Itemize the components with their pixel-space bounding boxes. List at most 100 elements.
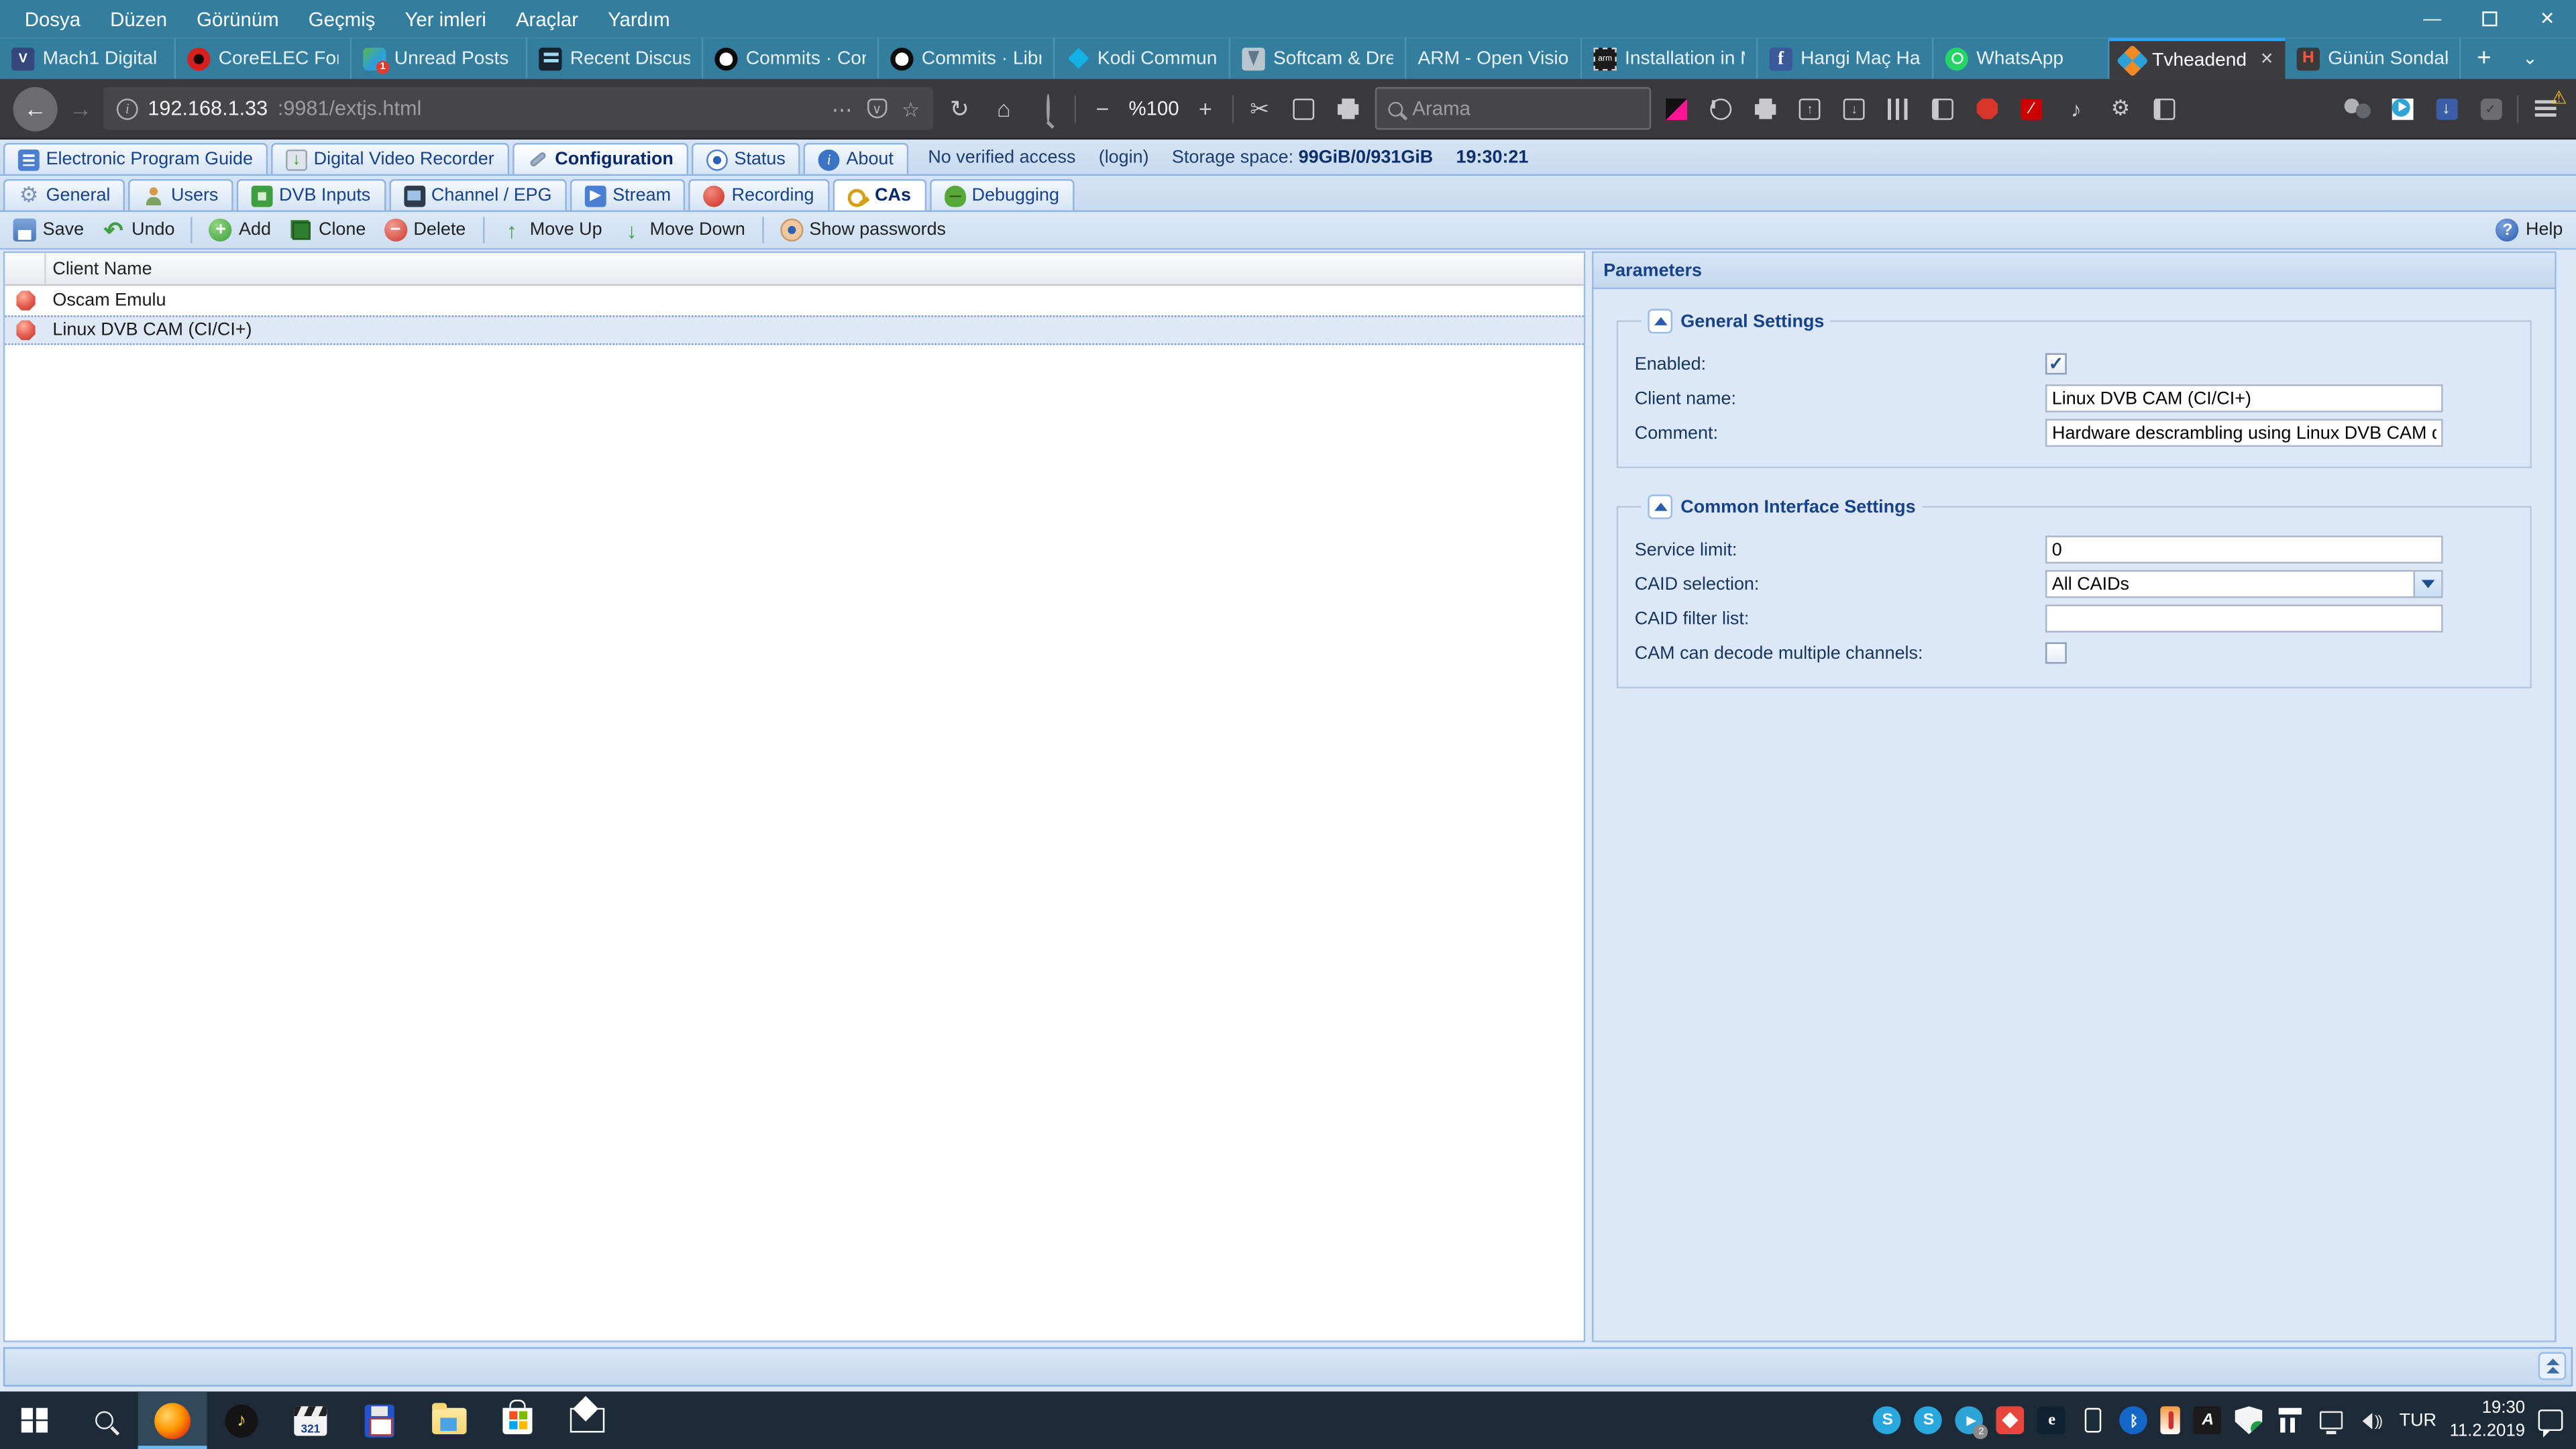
tab-about[interactable]: iAbout bbox=[804, 143, 908, 174]
table-row[interactable]: Linux DVB CAM (CI/CI+) bbox=[5, 315, 1583, 345]
tab-digital-video-recorder[interactable]: ↓Digital Video Recorder bbox=[271, 143, 509, 174]
undo-button[interactable]: ↶Undo bbox=[95, 215, 181, 245]
tab-gunun-sondakika[interactable]: HGünün Sondakik bbox=[2286, 38, 2461, 78]
tab-close-icon[interactable]: ✕ bbox=[2257, 51, 2273, 69]
red-diamond-app-icon[interactable] bbox=[1997, 1406, 2025, 1434]
tab-cas[interactable]: CAs bbox=[832, 179, 926, 211]
defender-shield-icon[interactable] bbox=[2235, 1406, 2263, 1434]
temperature-monitor-icon[interactable] bbox=[2161, 1406, 2181, 1434]
caid-filter-list-field[interactable] bbox=[2045, 604, 2443, 633]
collapse-icon[interactable] bbox=[1648, 494, 1672, 519]
tab-unread-posts[interactable]: 1Unread Posts - L bbox=[352, 38, 527, 78]
taskbar-clock[interactable]: 19:3011.2.2019 bbox=[2450, 1399, 2526, 1442]
tab-channel-epg[interactable]: Channel / EPG bbox=[388, 179, 566, 211]
tab-mach1[interactable]: VMach1 Digital C bbox=[0, 38, 176, 78]
tab-coreelec-forum[interactable]: CoreELEC Forum bbox=[176, 38, 352, 78]
enabled-checkbox[interactable] bbox=[2045, 354, 2067, 375]
move-up-button[interactable]: ↑Move Up bbox=[494, 215, 609, 245]
tab-list-dropdown-button[interactable]: ⌄ bbox=[2507, 38, 2553, 78]
tab-softcam[interactable]: Softcam & Drea bbox=[1230, 38, 1406, 78]
save-page-icon[interactable]: ↑ bbox=[1792, 92, 1828, 125]
keyboard-language[interactable]: TUR bbox=[2400, 1410, 2436, 1430]
taskbar-file-explorer-button[interactable] bbox=[414, 1391, 483, 1449]
page-actions-icon[interactable]: ⋯ bbox=[832, 96, 853, 121]
taskbar-store-button[interactable] bbox=[483, 1391, 552, 1449]
wand-extension-icon[interactable]: ⁄ bbox=[2014, 92, 2050, 125]
comment-field[interactable] bbox=[2045, 419, 2443, 447]
service-limit-field[interactable] bbox=[2045, 535, 2443, 564]
zoom-out-icon[interactable]: − bbox=[1084, 95, 1120, 121]
minimize-button[interactable]: — bbox=[2404, 0, 2461, 38]
action-center-icon[interactable] bbox=[2538, 1409, 2563, 1431]
tab-installation[interactable]: armInstallation in M bbox=[1582, 38, 1758, 78]
home-icon[interactable]: ⌂ bbox=[985, 95, 1022, 121]
tab-recent-discussions[interactable]: Recent Discussio bbox=[527, 38, 703, 78]
status-column-header[interactable] bbox=[5, 253, 46, 284]
taskbar-firefox-button[interactable] bbox=[138, 1391, 207, 1449]
maximize-button[interactable] bbox=[2461, 0, 2519, 38]
cam-multiple-channels-checkbox[interactable] bbox=[2045, 643, 2067, 664]
usb-eject-icon[interactable] bbox=[2079, 1406, 2107, 1434]
tab-tvheadend-active[interactable]: Tvheadend✕ bbox=[2109, 38, 2285, 78]
a-app-icon[interactable]: A bbox=[2194, 1406, 2222, 1434]
telegram-icon[interactable] bbox=[2383, 92, 2420, 125]
download-manager-icon[interactable]: ↓ bbox=[2428, 92, 2465, 125]
taskbar-search-button[interactable] bbox=[69, 1391, 138, 1449]
add-button[interactable]: +Add bbox=[203, 215, 278, 245]
site-info-icon[interactable]: i bbox=[117, 98, 138, 119]
client-name-column-header[interactable]: Client Name bbox=[46, 253, 1584, 284]
bluetooth-icon[interactable]: ᛒ bbox=[2120, 1406, 2148, 1434]
tab-whatsapp[interactable]: WhatsApp bbox=[1933, 38, 2109, 78]
start-button[interactable] bbox=[0, 1391, 69, 1449]
chevron-down-icon[interactable] bbox=[2414, 572, 2442, 596]
addons-puzzle-icon[interactable] bbox=[2147, 92, 2183, 125]
tab-dvb-inputs[interactable]: DVB Inputs bbox=[236, 179, 385, 211]
menu-duzen[interactable]: Düzen bbox=[95, 3, 182, 36]
tab-commits-coreelec[interactable]: Commits · CoreE bbox=[703, 38, 879, 78]
caid-selection-select[interactable] bbox=[2045, 570, 2443, 598]
show-passwords-button[interactable]: Show passwords bbox=[773, 215, 953, 245]
menu-araclar[interactable]: Araçlar bbox=[501, 3, 593, 36]
tab-general[interactable]: ⚙General bbox=[3, 179, 125, 211]
tab-users[interactable]: Users bbox=[128, 179, 233, 211]
taskbar-mail-button[interactable] bbox=[552, 1391, 621, 1449]
new-tab-button[interactable]: + bbox=[2461, 38, 2508, 78]
screenshot-cam-icon[interactable]: ✓ bbox=[2473, 92, 2509, 125]
glitch-extension-icon[interactable] bbox=[1659, 92, 1695, 125]
eset-icon[interactable]: e bbox=[2038, 1406, 2066, 1434]
expand-panel-button[interactable] bbox=[2538, 1352, 2567, 1381]
app-menu-hamburger-icon[interactable]: ⚠ bbox=[2527, 92, 2563, 125]
tab-configuration[interactable]: Configuration bbox=[513, 143, 688, 174]
tab-stream[interactable]: Stream bbox=[570, 179, 686, 211]
zoom-in-icon[interactable]: + bbox=[1187, 95, 1224, 121]
tab-arm-open-vision[interactable]: ARM - Open Vision bbox=[1406, 38, 1582, 78]
close-button[interactable]: ✕ bbox=[2518, 0, 2576, 38]
telegram-icon[interactable]: 2 bbox=[1955, 1406, 1984, 1434]
menu-yerimleri[interactable]: Yer imleri bbox=[390, 3, 500, 36]
history-clock-icon[interactable] bbox=[1703, 92, 1739, 125]
delete-button[interactable]: −Delete bbox=[378, 215, 473, 245]
help-button[interactable]: ?Help bbox=[2489, 215, 2569, 245]
media-note-icon[interactable]: ♪ bbox=[2058, 92, 2094, 125]
adblock-stop-icon[interactable] bbox=[1970, 92, 2006, 125]
menu-dosya[interactable]: Dosya bbox=[10, 3, 95, 36]
tab-kodi-community[interactable]: Kodi Community bbox=[1055, 38, 1230, 78]
sidebar-icon[interactable] bbox=[1925, 92, 1961, 125]
menu-yardim[interactable]: Yardım bbox=[593, 3, 685, 36]
tab-hangi-mac[interactable]: fHangi Maç Hang bbox=[1758, 38, 1933, 78]
clone-button[interactable]: Clone bbox=[282, 215, 372, 245]
move-down-button[interactable]: ↓Move Down bbox=[614, 215, 752, 245]
table-row[interactable]: Oscam Emulu bbox=[5, 286, 1583, 315]
import-page-icon[interactable]: ↓ bbox=[1836, 92, 1872, 125]
spheres-extension-icon[interactable] bbox=[2339, 92, 2375, 125]
search-icon[interactable] bbox=[1030, 95, 1067, 121]
search-field[interactable]: Arama bbox=[1375, 87, 1650, 130]
cut-icon[interactable]: ✂ bbox=[1242, 95, 1278, 123]
volume-icon[interactable] bbox=[2358, 1406, 2386, 1434]
bookmark-star-icon[interactable]: ☆ bbox=[902, 96, 920, 121]
reload-icon[interactable]: ↻ bbox=[941, 95, 977, 123]
tab-recording[interactable]: Recording bbox=[689, 179, 829, 211]
forward-button[interactable]: → bbox=[66, 95, 95, 121]
tab-commits-libreelec[interactable]: Commits · LibreE bbox=[879, 38, 1055, 78]
taskbar-musicbee-button[interactable]: ♪ bbox=[207, 1391, 276, 1449]
